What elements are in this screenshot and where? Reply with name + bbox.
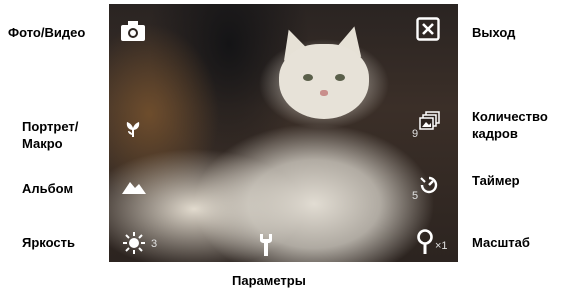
- cat-eye-right: [335, 74, 345, 81]
- cat-head: [279, 44, 369, 119]
- sun-icon[interactable]: [121, 230, 147, 256]
- callout-exit: Выход: [472, 25, 516, 40]
- camera-icon[interactable]: [119, 18, 147, 44]
- magnifier-icon[interactable]: [415, 228, 435, 256]
- camera-viewfinder: 3 9 5 ×1: [109, 4, 458, 262]
- callout-zoom: Масштаб: [472, 235, 530, 250]
- brightness-value: 3: [151, 238, 158, 250]
- zoom-value: ×1: [435, 240, 448, 252]
- timer-icon[interactable]: [417, 174, 441, 196]
- macro-flower-icon[interactable]: [121, 118, 145, 140]
- callout-timer: Таймер: [472, 173, 520, 188]
- close-icon[interactable]: [415, 16, 441, 42]
- callout-brightness: Яркость: [22, 235, 75, 250]
- cat-eye-left: [303, 74, 313, 81]
- callout-photo-video: Фото/Видео: [8, 25, 86, 40]
- mountains-icon[interactable]: [121, 176, 147, 196]
- cat-nose: [320, 90, 328, 96]
- callout-parameters: Параметры: [232, 273, 306, 288]
- stacked-frames-icon[interactable]: [417, 110, 441, 132]
- callout-frame-count: Количество кадров: [472, 109, 548, 141]
- timer-value: 5: [412, 190, 419, 202]
- callout-album: Альбом: [22, 181, 74, 196]
- wrench-icon[interactable]: [255, 232, 277, 258]
- callout-portrait-macro: Портрет/ Макро: [22, 119, 79, 151]
- frame-count-value: 9: [412, 128, 419, 140]
